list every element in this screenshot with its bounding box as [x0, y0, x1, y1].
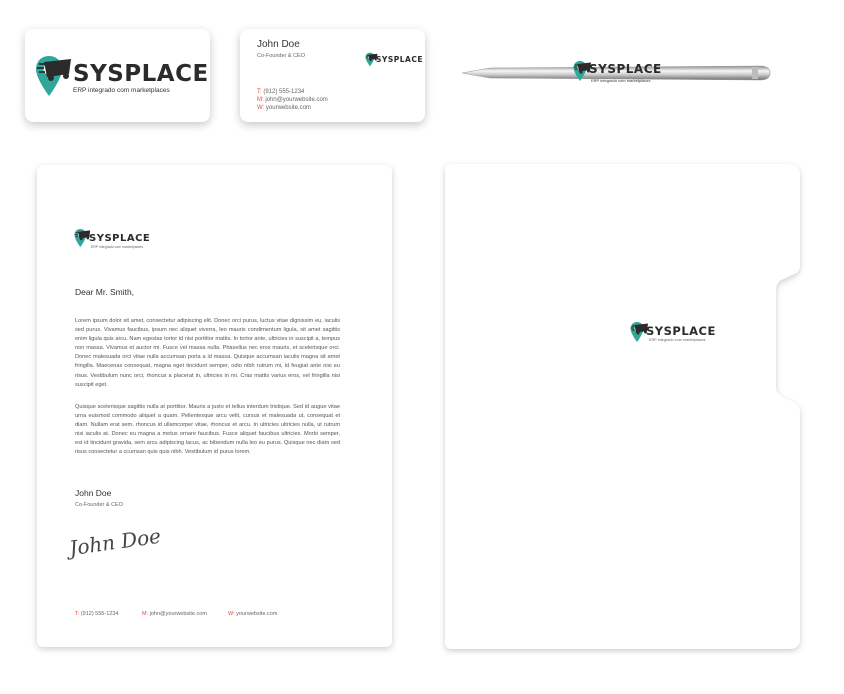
brand-tagline: ERP integrado com marketplaces [73, 87, 170, 94]
presentation-folder: SYSPLACE ERP integrado com marketplaces [438, 160, 808, 655]
brand-name: SYSPLACE [73, 61, 209, 87]
pen-brand-name: SYSPLACE [589, 62, 662, 76]
letter-paragraph-2: Quisque scelerisque sagittis nulla at po… [75, 404, 340, 456]
card-contact-name: John Doe [257, 39, 300, 50]
business-card-back: John Doe Co-Founder & CEO SYSPLACE T: (9… [240, 29, 425, 122]
letterhead: SYSPLACE ERP integrado com marketplaces … [37, 165, 392, 647]
letterhead-brand-tagline: ERP integrado com marketplaces [91, 245, 144, 249]
folder-brand-tagline: ERP integrado com marketplaces [649, 338, 706, 342]
card-contact-role: Co-Founder & CEO [257, 53, 305, 59]
letter-paragraph-1: Lorem ipsum dolor sit amet, consectetur … [75, 318, 340, 388]
letter-sender-name: John Doe [75, 488, 112, 498]
map-pin-truck-icon [35, 54, 75, 98]
letter-footer-email: M: john@yourwebsite.com [142, 611, 207, 617]
letter-sender-role: Co-Founder & CEO [75, 502, 123, 508]
card-web-row: W: yourwebsite.com [257, 105, 311, 111]
business-card-front: SYSPLACE ERP integrado com marketplaces [25, 29, 210, 122]
card-email-row: M: john@yourwebsite.com [257, 97, 328, 103]
card-brand-name: SYSPLACE [376, 55, 423, 64]
letter-salutation: Dear Mr. Smith, [75, 287, 135, 297]
letter-footer-phone: T: (912) 555-1234 [75, 611, 119, 617]
handwritten-signature: John Doe [67, 523, 163, 561]
branded-pen: SYSPLACE ERP integrado com marketplaces [460, 57, 772, 89]
folder-brand-name: SYSPLACE [646, 324, 716, 338]
folder-shape [445, 164, 801, 649]
letterhead-brand-name: SYSPLACE [89, 233, 151, 244]
letter-footer-web: W: yourwebsite.com [228, 611, 278, 617]
pen-brand-tagline: ERP integrado com marketplaces [591, 78, 651, 83]
card-phone-row: T: (912) 555-1234 [257, 89, 305, 95]
